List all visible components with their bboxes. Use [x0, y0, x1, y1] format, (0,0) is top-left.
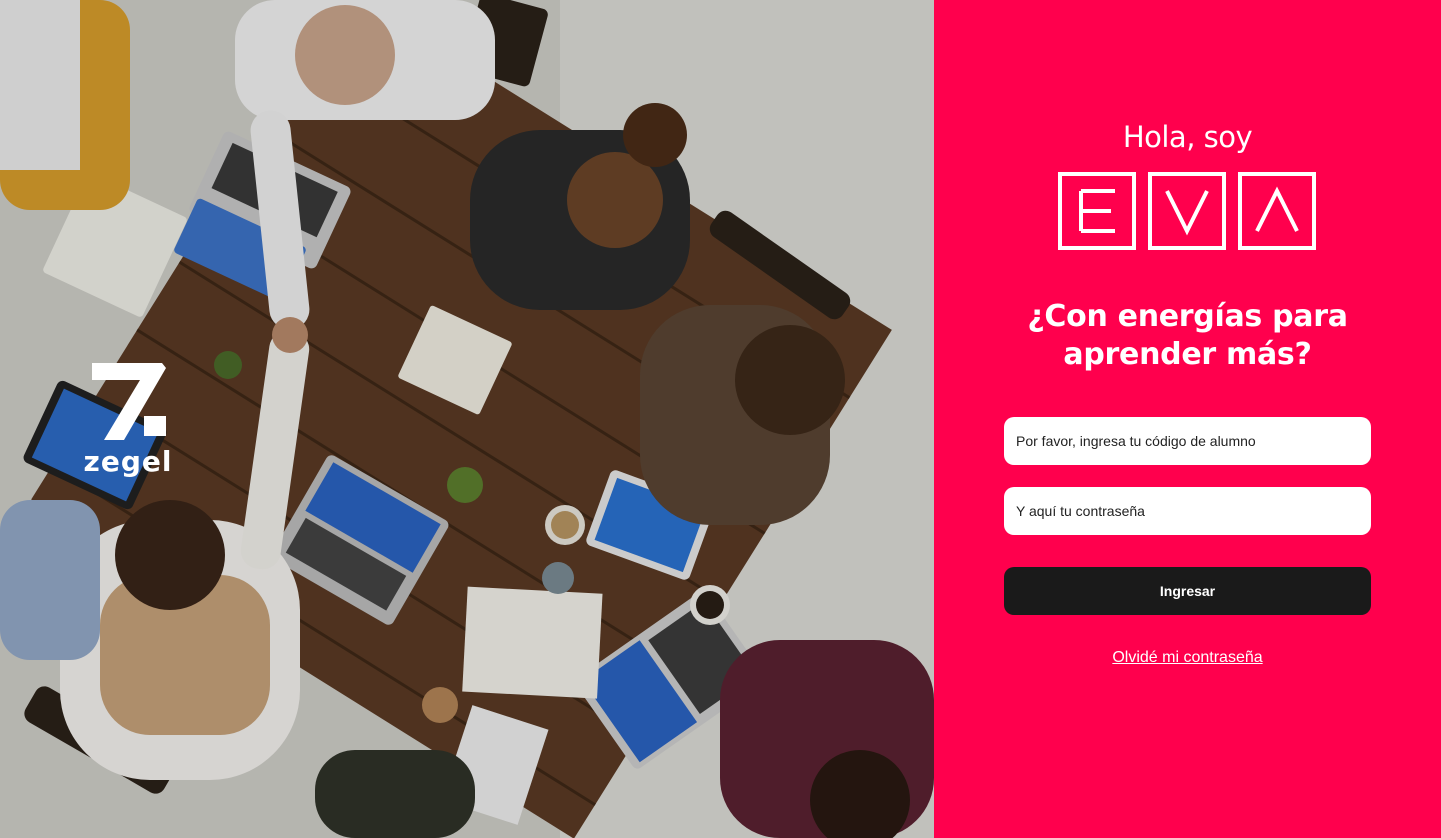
password-input[interactable] — [1004, 487, 1371, 535]
eva-logo-letter-e — [1058, 172, 1136, 250]
eva-logo-letter-v — [1148, 172, 1226, 250]
headline-line-1: ¿Con energías para — [1027, 299, 1348, 334]
login-button[interactable]: Ingresar — [1004, 567, 1371, 615]
eva-e-glyph-icon — [1079, 189, 1115, 233]
eva-v-glyph-icon — [1165, 190, 1209, 236]
headline-line-2: aprender más? — [1063, 337, 1312, 372]
login-panel: Hola, soy ¿Con energías para aprender má… — [934, 0, 1441, 838]
zegel-logo: zegel — [74, 360, 182, 480]
student-code-input[interactable] — [1004, 417, 1371, 465]
page-headline: ¿Con energías para aprender más? — [974, 298, 1401, 374]
eva-a-glyph-icon — [1255, 186, 1299, 232]
greeting-text: Hola, soy — [1122, 120, 1253, 154]
zegel-seven-logo-icon — [92, 363, 166, 440]
eva-logo-letter-a — [1238, 172, 1316, 250]
login-page: zegel Hola, soy ¿Con energías para apren… — [0, 0, 1441, 838]
zegel-wordmark: zegel — [83, 445, 173, 478]
eva-logo — [1058, 172, 1316, 250]
hero-photo: zegel — [0, 0, 934, 838]
forgot-password-link[interactable]: Olvidé mi contraseña — [934, 649, 1441, 667]
